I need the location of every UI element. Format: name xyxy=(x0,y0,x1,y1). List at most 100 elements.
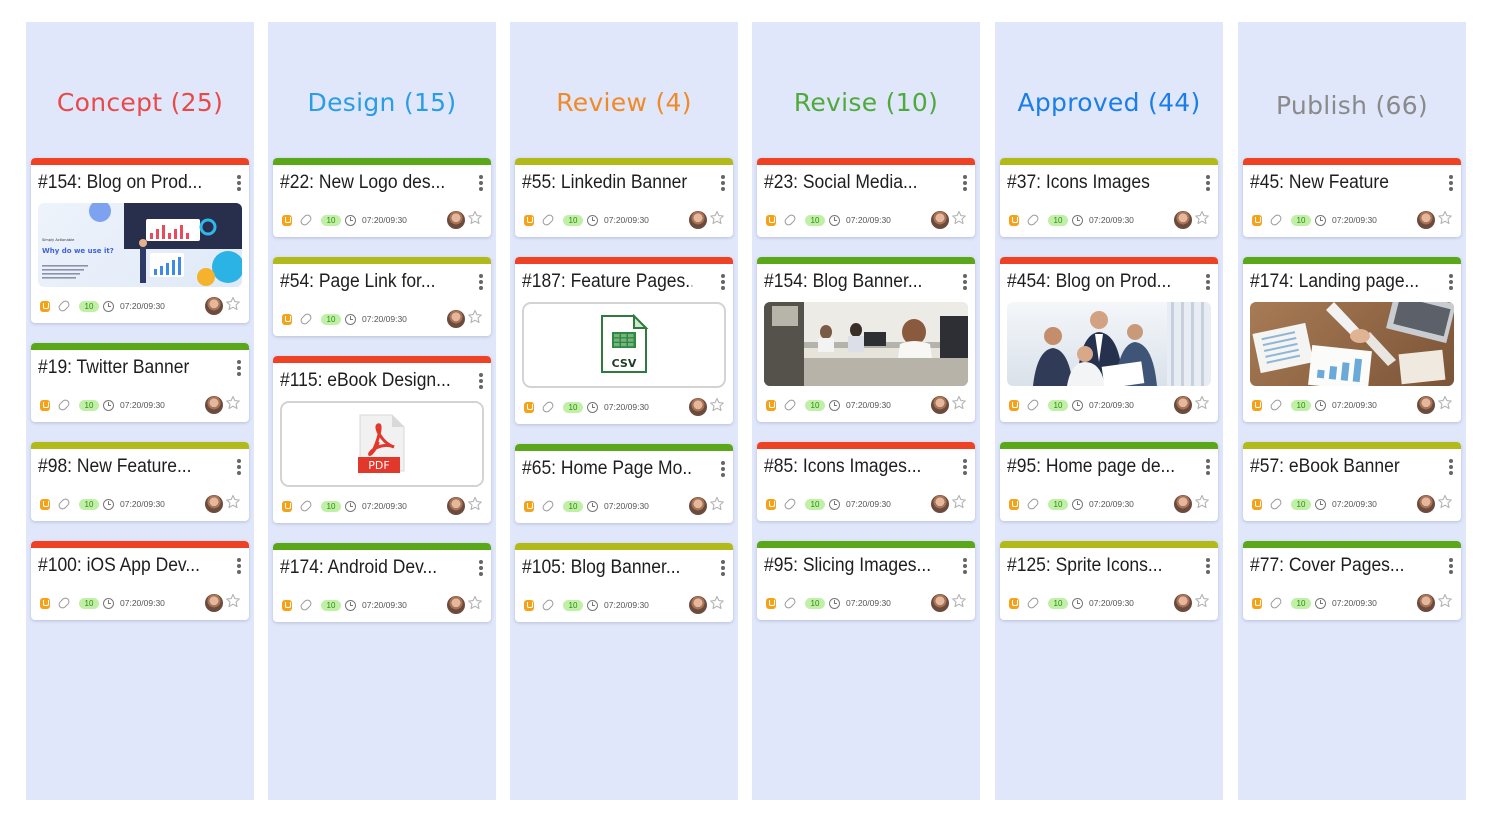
task-card[interactable]: #154: Blog Banner... 10 07:20/09:30 xyxy=(757,257,975,422)
more-options-icon[interactable] xyxy=(237,459,241,475)
more-options-icon[interactable] xyxy=(1206,558,1210,574)
card-title[interactable]: #45: New Feature xyxy=(1250,172,1420,194)
star-icon[interactable] xyxy=(951,494,967,510)
more-options-icon[interactable] xyxy=(963,274,967,290)
card-title[interactable]: #55: Linkedin Banner xyxy=(522,172,692,194)
more-options-icon[interactable] xyxy=(237,360,241,376)
card-title[interactable]: #95: Slicing Images... xyxy=(764,555,934,577)
star-icon[interactable] xyxy=(467,595,483,611)
star-icon[interactable] xyxy=(467,496,483,512)
card-title[interactable]: #154: Blog on Prod... xyxy=(38,172,208,194)
assignee-avatar[interactable] xyxy=(689,398,707,416)
more-options-icon[interactable] xyxy=(721,560,725,576)
task-card[interactable]: #54: Page Link for... 10 07:20/09:30 xyxy=(273,257,491,336)
task-card[interactable]: #125: Sprite Icons... 10 07:20/09:30 xyxy=(1000,541,1218,620)
assignee-avatar[interactable] xyxy=(205,594,223,612)
image-attachment[interactable]: Simply Actionable Why do we use it? xyxy=(38,203,242,287)
file-attachment[interactable]: PDF xyxy=(280,401,484,487)
assignee-avatar[interactable] xyxy=(931,594,949,612)
card-title[interactable]: #65: Home Page Mo... xyxy=(522,458,692,480)
image-attachment[interactable] xyxy=(1007,302,1211,386)
more-options-icon[interactable] xyxy=(963,175,967,191)
more-options-icon[interactable] xyxy=(963,459,967,475)
card-title[interactable]: #174: Android Dev... xyxy=(280,557,450,579)
task-card[interactable]: #154: Blog on Prod... Simply Actionable Wh… xyxy=(31,158,249,323)
assignee-avatar[interactable] xyxy=(447,211,465,229)
assignee-avatar[interactable] xyxy=(689,211,707,229)
more-options-icon[interactable] xyxy=(1449,459,1453,475)
task-card[interactable]: #174: Landing page... 10 07:20/09:30 xyxy=(1243,257,1461,422)
task-card[interactable]: #95: Home page de... 10 07:20/09:30 xyxy=(1000,442,1218,521)
more-options-icon[interactable] xyxy=(721,175,725,191)
star-icon[interactable] xyxy=(1437,593,1453,609)
task-card[interactable]: #100: iOS App Dev... 10 07:20/09:30 xyxy=(31,541,249,620)
card-title[interactable]: #125: Sprite Icons... xyxy=(1007,555,1177,577)
star-icon[interactable] xyxy=(1194,494,1210,510)
card-title[interactable]: #57: eBook Banner xyxy=(1250,456,1420,478)
task-card[interactable]: #45: New Feature 10 07:20/09:30 xyxy=(1243,158,1461,237)
more-options-icon[interactable] xyxy=(1449,175,1453,191)
card-title[interactable]: #154: Blog Banner... xyxy=(764,271,934,293)
assignee-avatar[interactable] xyxy=(205,297,223,315)
star-icon[interactable] xyxy=(709,397,725,413)
card-title[interactable]: #115: eBook Design... xyxy=(280,370,450,392)
more-options-icon[interactable] xyxy=(721,461,725,477)
task-card[interactable]: #19: Twitter Banner 10 07:20/09:30 xyxy=(31,343,249,422)
assignee-avatar[interactable] xyxy=(1174,211,1192,229)
task-card[interactable]: #187: Feature Pages... CSV 10 07:20/09:30 xyxy=(515,257,733,424)
assignee-avatar[interactable] xyxy=(1174,495,1192,513)
card-title[interactable]: #85: Icons Images... xyxy=(764,456,934,478)
star-icon[interactable] xyxy=(467,309,483,325)
assignee-avatar[interactable] xyxy=(1417,495,1435,513)
task-card[interactable]: #77: Cover Pages... 10 07:20/09:30 xyxy=(1243,541,1461,620)
assignee-avatar[interactable] xyxy=(689,596,707,614)
star-icon[interactable] xyxy=(225,296,241,312)
assignee-avatar[interactable] xyxy=(447,596,465,614)
star-icon[interactable] xyxy=(709,595,725,611)
more-options-icon[interactable] xyxy=(1206,459,1210,475)
assignee-avatar[interactable] xyxy=(689,497,707,515)
assignee-avatar[interactable] xyxy=(931,396,949,414)
task-card[interactable]: #105: Blog Banner... 10 07:20/09:30 xyxy=(515,543,733,622)
card-title[interactable]: #174: Landing page... xyxy=(1250,271,1420,293)
task-card[interactable]: #57: eBook Banner 10 07:20/09:30 xyxy=(1243,442,1461,521)
card-title[interactable]: #454: Blog on Prod... xyxy=(1007,271,1177,293)
more-options-icon[interactable] xyxy=(963,558,967,574)
assignee-avatar[interactable] xyxy=(447,497,465,515)
assignee-avatar[interactable] xyxy=(205,495,223,513)
star-icon[interactable] xyxy=(709,496,725,512)
image-attachment[interactable] xyxy=(1250,302,1454,386)
star-icon[interactable] xyxy=(1437,494,1453,510)
assignee-avatar[interactable] xyxy=(447,310,465,328)
star-icon[interactable] xyxy=(951,593,967,609)
card-title[interactable]: #105: Blog Banner... xyxy=(522,557,692,579)
task-card[interactable]: #23: Social Media... 10 07:20/09:30 xyxy=(757,158,975,237)
star-icon[interactable] xyxy=(467,210,483,226)
assignee-avatar[interactable] xyxy=(1417,396,1435,414)
task-card[interactable]: #454: Blog on Prod... 10 07:20/09:30 xyxy=(1000,257,1218,422)
star-icon[interactable] xyxy=(1194,210,1210,226)
task-card[interactable]: #115: eBook Design... PDF 10 07:20/09:30 xyxy=(273,356,491,523)
assignee-avatar[interactable] xyxy=(931,211,949,229)
assignee-avatar[interactable] xyxy=(205,396,223,414)
task-card[interactable]: #65: Home Page Mo... 10 07:20/09:30 xyxy=(515,444,733,523)
star-icon[interactable] xyxy=(225,593,241,609)
assignee-avatar[interactable] xyxy=(1174,594,1192,612)
star-icon[interactable] xyxy=(1194,593,1210,609)
task-card[interactable]: #22: New Logo des... 10 07:20/09:30 xyxy=(273,158,491,237)
star-icon[interactable] xyxy=(1194,395,1210,411)
more-options-icon[interactable] xyxy=(1449,558,1453,574)
card-title[interactable]: #23: Social Media... xyxy=(764,172,934,194)
star-icon[interactable] xyxy=(1437,210,1453,226)
star-icon[interactable] xyxy=(951,210,967,226)
assignee-avatar[interactable] xyxy=(1417,594,1435,612)
more-options-icon[interactable] xyxy=(237,558,241,574)
star-icon[interactable] xyxy=(709,210,725,226)
task-card[interactable]: #37: Icons Images 10 07:20/09:30 xyxy=(1000,158,1218,237)
more-options-icon[interactable] xyxy=(1449,274,1453,290)
more-options-icon[interactable] xyxy=(721,274,725,290)
card-title[interactable]: #54: Page Link for... xyxy=(280,271,450,293)
card-title[interactable]: #19: Twitter Banner xyxy=(38,357,208,379)
star-icon[interactable] xyxy=(225,395,241,411)
star-icon[interactable] xyxy=(225,494,241,510)
